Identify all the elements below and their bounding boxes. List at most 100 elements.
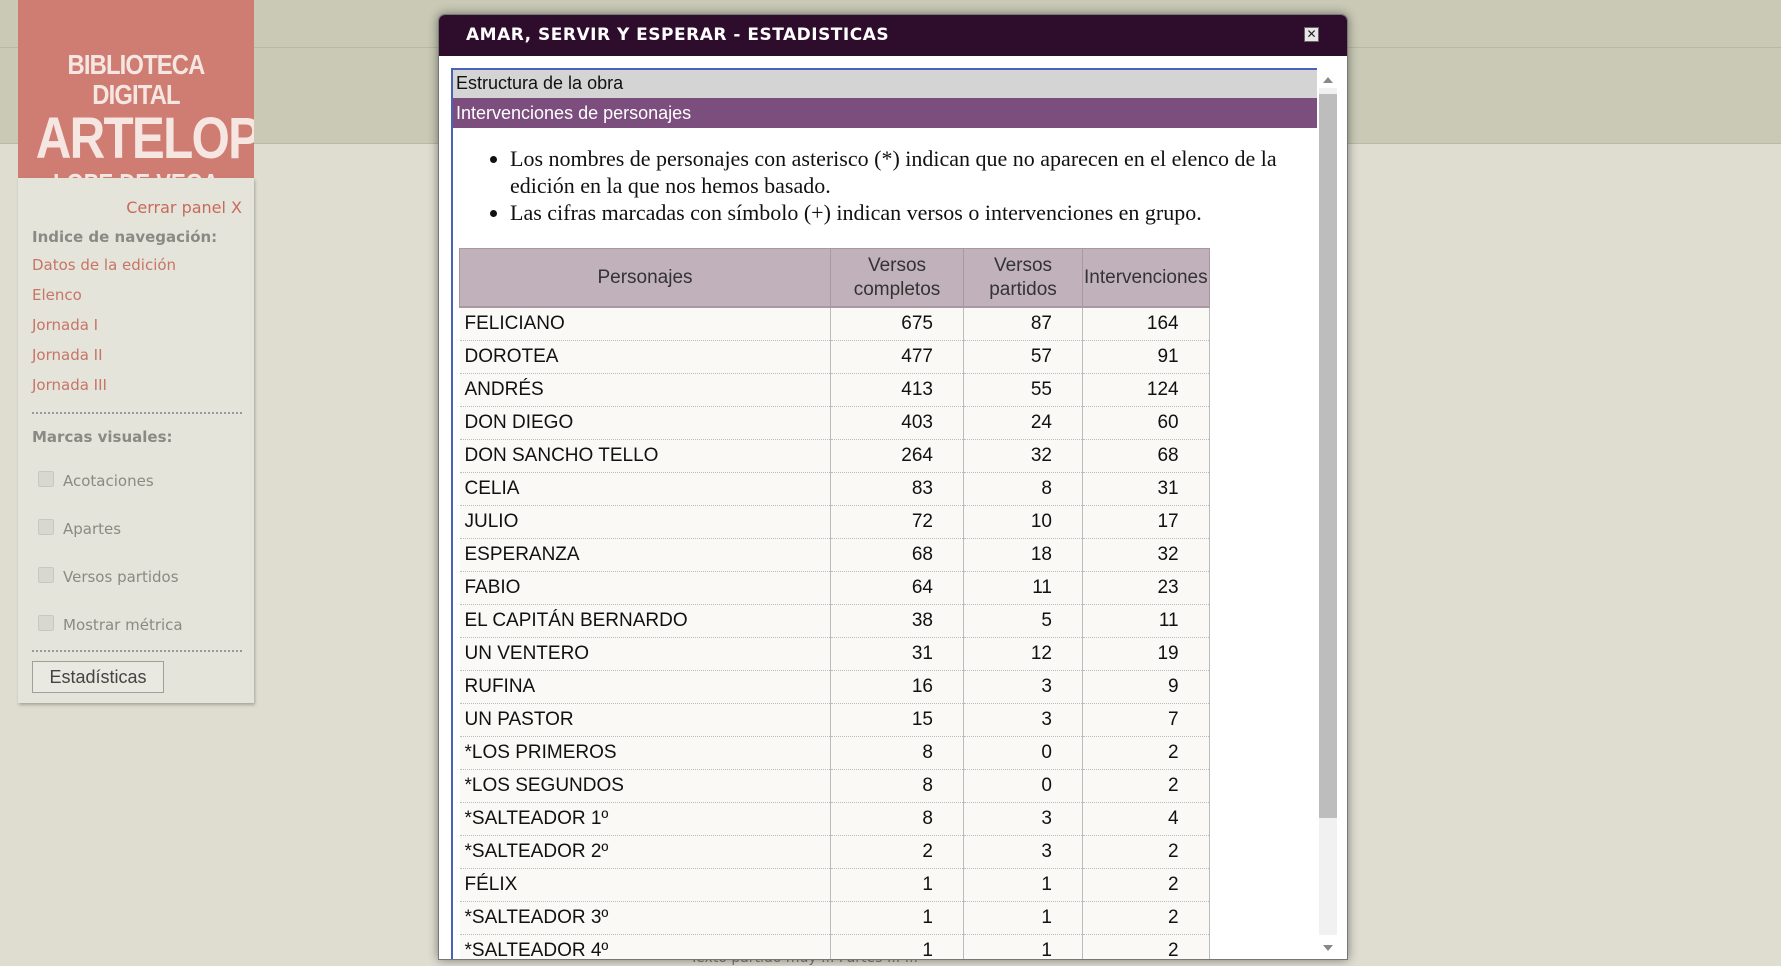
close-icon[interactable]: ✕	[1304, 27, 1319, 42]
cell-versos-completos: 31	[830, 637, 964, 671]
table-row: *SALTEADOR 3º 1 1 2	[459, 901, 1210, 935]
accordion-estructura[interactable]: Estructura de la obra	[453, 68, 1319, 98]
cell-versos-partidos: 5	[963, 604, 1083, 638]
cell-versos-partidos: 8	[963, 472, 1083, 506]
cell-intervenciones: 2	[1082, 901, 1210, 935]
cell-versos-partidos: 3	[963, 703, 1083, 737]
cell-personaje: *SALTEADOR 1º	[459, 802, 831, 836]
cell-intervenciones: 60	[1082, 406, 1210, 440]
cell-intervenciones: 124	[1082, 373, 1210, 407]
cell-versos-partidos: 24	[963, 406, 1083, 440]
cell-personaje: DOROTEA	[459, 340, 831, 374]
close-panel-link[interactable]: Cerrar panel X	[126, 198, 242, 217]
cell-personaje: UN PASTOR	[459, 703, 831, 737]
cell-personaje: *SALTEADOR 4º	[459, 934, 831, 959]
scrollbar-thumb[interactable]	[1319, 94, 1337, 818]
cell-versos-partidos: 1	[963, 901, 1083, 935]
cell-versos-partidos: 3	[963, 835, 1083, 869]
checkbox-box[interactable]	[38, 471, 54, 487]
table-row: ANDRÉS 413 55 124	[459, 373, 1210, 407]
cell-versos-partidos: 57	[963, 340, 1083, 374]
cell-personaje: *SALTEADOR 2º	[459, 835, 831, 869]
cell-versos-partidos: 10	[963, 505, 1083, 539]
checkbox-versos-partidos[interactable]: Versos partidos	[38, 567, 179, 586]
cell-versos-partidos: 3	[963, 670, 1083, 704]
table-row: UN PASTOR 15 3 7	[459, 703, 1210, 737]
checkbox-box[interactable]	[38, 615, 54, 631]
checkbox-label: Apartes	[63, 520, 122, 538]
cell-personaje: FELICIANO	[459, 307, 831, 341]
cell-personaje: EL CAPITÁN BERNARDO	[459, 604, 831, 638]
scroll-up-icon[interactable]	[1323, 77, 1333, 83]
artelope-logo[interactable]: BIBLIOTECA DIGITAL ARTELOPE LOPE DE VEGA	[18, 0, 254, 178]
cell-versos-completos: 477	[830, 340, 964, 374]
marks-separator	[32, 650, 242, 652]
cell-intervenciones: 32	[1082, 538, 1210, 572]
cell-intervenciones: 7	[1082, 703, 1210, 737]
cell-intervenciones: 2	[1082, 769, 1210, 803]
table-row: JULIO 72 10 17	[459, 505, 1210, 539]
nav-link-elenco[interactable]: Elenco	[32, 286, 82, 304]
col-personajes: Personajes	[459, 248, 831, 308]
cell-intervenciones: 91	[1082, 340, 1210, 374]
cell-intervenciones: 4	[1082, 802, 1210, 836]
cell-intervenciones: 9	[1082, 670, 1210, 704]
cell-personaje: DON DIEGO	[459, 406, 831, 440]
note-plus: Las cifras marcadas con símbolo (+) indi…	[510, 199, 1318, 226]
dialog-titlebar[interactable]: AMAR, SERVIR Y ESPERAR - ESTADISTICAS ✕	[439, 15, 1347, 56]
cell-intervenciones: 2	[1082, 934, 1210, 959]
cell-intervenciones: 2	[1082, 736, 1210, 770]
nav-link-jornada-1[interactable]: Jornada I	[32, 316, 98, 334]
cell-personaje: UN VENTERO	[459, 637, 831, 671]
cell-versos-partidos: 11	[963, 571, 1083, 605]
cell-personaje: CELIA	[459, 472, 831, 506]
table-row: DON DIEGO 403 24 60	[459, 406, 1210, 440]
logo-line-2: ARTELOPE	[35, 106, 254, 171]
side-panel: Cerrar panel X Indice de navegación: Dat…	[18, 178, 254, 703]
checkbox-box[interactable]	[38, 519, 54, 535]
checkbox-label: Versos partidos	[63, 568, 179, 586]
cell-versos-completos: 413	[830, 373, 964, 407]
table-row: FABIO 64 11 23	[459, 571, 1210, 605]
accordion-intervenciones[interactable]: Intervenciones de personajes	[453, 98, 1319, 128]
cell-intervenciones: 19	[1082, 637, 1210, 671]
nav-link-jornada-3[interactable]: Jornada III	[32, 376, 107, 394]
cell-personaje: JULIO	[459, 505, 831, 539]
cell-versos-completos: 8	[830, 736, 964, 770]
cell-versos-partidos: 0	[963, 736, 1083, 770]
cell-versos-partidos: 1	[963, 868, 1083, 902]
table-row: EL CAPITÁN BERNARDO 38 5 11	[459, 604, 1210, 638]
dialog-title: AMAR, SERVIR Y ESPERAR - ESTADISTICAS	[466, 25, 890, 45]
cell-versos-completos: 1	[830, 901, 964, 935]
cell-versos-completos: 16	[830, 670, 964, 704]
checkbox-acotaciones[interactable]: Acotaciones	[38, 471, 154, 490]
cell-versos-completos: 8	[830, 769, 964, 803]
checkbox-apartes[interactable]: Apartes	[38, 519, 121, 538]
cell-personaje: *SALTEADOR 3º	[459, 901, 831, 935]
cell-versos-completos: 2	[830, 835, 964, 869]
scroll-down-icon[interactable]	[1323, 945, 1333, 951]
cell-intervenciones: 11	[1082, 604, 1210, 638]
cell-versos-completos: 72	[830, 505, 964, 539]
cell-versos-completos: 83	[830, 472, 964, 506]
cell-personaje: ESPERANZA	[459, 538, 831, 572]
table-row: DON SANCHO TELLO 264 32 68	[459, 439, 1210, 473]
nav-link-datos-edicion[interactable]: Datos de la edición	[32, 256, 176, 274]
col-intervenciones: Intervenciones	[1082, 248, 1210, 308]
estadisticas-button[interactable]: Estadísticas	[32, 661, 164, 693]
checkbox-box[interactable]	[38, 567, 54, 583]
dialog-scrollbar[interactable]	[1317, 68, 1339, 959]
checkbox-mostrar-metrica[interactable]: Mostrar métrica	[38, 615, 183, 634]
table-row: FÉLIX 1 1 2	[459, 868, 1210, 902]
table-body: FELICIANO 675 87 164 DOROTEA 477 57 91 ANDRÉS 413…	[459, 307, 1210, 959]
nav-separator	[32, 412, 242, 414]
cell-versos-completos: 68	[830, 538, 964, 572]
cell-intervenciones: 164	[1082, 307, 1210, 341]
nav-link-jornada-2[interactable]: Jornada II	[32, 346, 103, 364]
table-row: DOROTEA 477 57 91	[459, 340, 1210, 374]
col-versos-completos: Versos completos	[830, 248, 964, 308]
cell-versos-completos: 8	[830, 802, 964, 836]
cell-personaje: FÉLIX	[459, 868, 831, 902]
cell-versos-partidos: 55	[963, 373, 1083, 407]
cell-versos-partidos: 1	[963, 934, 1083, 959]
